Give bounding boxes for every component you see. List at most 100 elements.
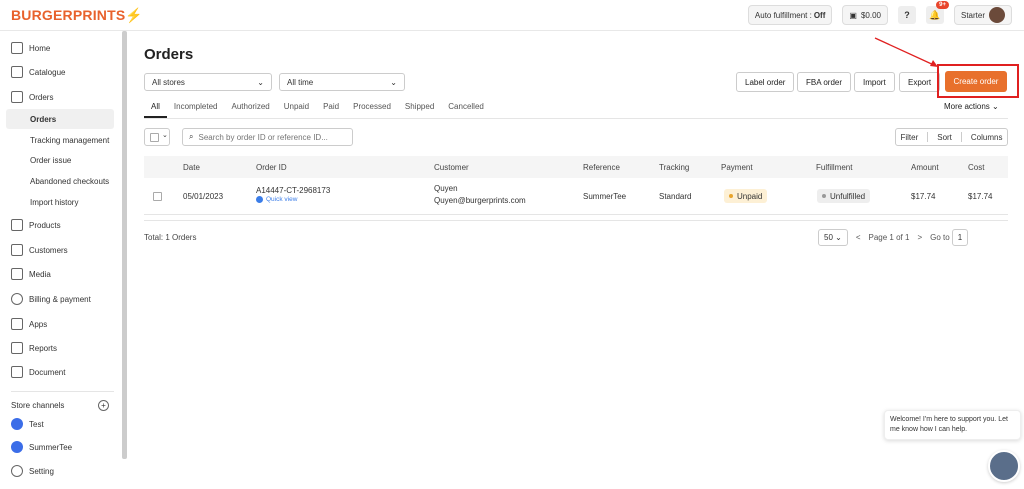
label-order-button[interactable]: Label order <box>736 72 795 92</box>
payment-status-badge: Unpaid <box>724 189 768 203</box>
sidebar-item-apps[interactable]: Apps <box>11 314 47 334</box>
wallet-icon: ▣ <box>849 10 857 20</box>
help-button[interactable]: ? <box>897 6 916 24</box>
import-button[interactable]: Import <box>854 72 895 92</box>
tab-shipped[interactable]: Shipped <box>398 100 441 118</box>
pagination: 50 ⌄ < Page 1 of 1 > Go to 1 <box>818 228 969 246</box>
tab-incompleted[interactable]: Incompleted <box>167 100 225 118</box>
page-info: Page 1 of 1 <box>868 232 910 242</box>
bulk-select-checkbox[interactable]: ⌄ <box>144 128 170 146</box>
filter-button[interactable]: Filter <box>900 133 918 142</box>
table-footer-divider <box>144 220 1008 221</box>
sidebar-item-setting[interactable]: Setting <box>11 461 54 481</box>
sidebar-subitem-orders[interactable]: Orders <box>30 110 56 128</box>
column-header: Order ID <box>256 163 287 172</box>
sidebar-subitem-import-history[interactable]: Import history <box>30 193 78 211</box>
columns-button[interactable]: Columns <box>971 133 1003 142</box>
fulfillment-status-badge: Unfulfilled <box>817 189 871 203</box>
sidebar-item-media[interactable]: Media <box>11 264 51 284</box>
row-checkbox[interactable] <box>153 192 162 201</box>
sidebar-subitem-tracking[interactable]: Tracking management <box>30 131 109 149</box>
bolt-icon: ⚡ <box>125 7 144 23</box>
sidebar-item-customers[interactable]: Customers <box>11 240 68 260</box>
balance-button[interactable]: ▣ $0.00 <box>842 5 888 25</box>
order-id-link[interactable]: A14447-CT-2968173 <box>256 186 330 195</box>
notifications-button[interactable]: 🔔 9+ <box>925 1 949 24</box>
sidebar: Home Catalogue Orders Orders Tracking ma… <box>0 31 121 489</box>
sidebar-item-document[interactable]: Document <box>11 362 65 382</box>
tab-all[interactable]: All <box>144 100 167 118</box>
document-icon <box>11 366 23 378</box>
order-date: 05/01/2023 <box>183 192 224 201</box>
tab-authorized[interactable]: Authorized <box>224 100 276 118</box>
search-input[interactable] <box>198 132 339 142</box>
column-header: Fulfillment <box>816 163 853 172</box>
apps-icon <box>11 318 23 330</box>
sort-button[interactable]: Sort <box>937 133 952 142</box>
gear-icon <box>11 465 23 477</box>
sidebar-item-products[interactable]: Products <box>11 215 61 235</box>
tracking: Standard <box>659 192 692 201</box>
page-size-select[interactable]: 50 ⌄ <box>818 228 848 246</box>
sidebar-item-reports[interactable]: Reports <box>11 338 57 358</box>
prev-page-icon[interactable]: < <box>856 233 861 242</box>
sidebar-item-orders[interactable]: Orders <box>11 87 53 107</box>
top-bar: BURGERPRINTS⚡ Auto fulfillment : Off ▣ $0.… <box>0 0 1024 31</box>
search-box[interactable]: ⌕ <box>182 128 353 146</box>
notification-badge: 9+ <box>936 1 949 9</box>
time-filter-select[interactable]: All time ⌄ <box>279 73 405 91</box>
tab-paid[interactable]: Paid <box>316 100 346 118</box>
column-header: Payment <box>721 163 753 172</box>
store-item-summertee[interactable]: SummerTee <box>11 437 72 457</box>
total-orders: Total: 1 Orders <box>144 233 197 242</box>
store-filter-select[interactable]: All stores ⌄ <box>144 73 272 91</box>
table-row[interactable]: 05/01/2023 A14447-CT-2968173 Quick view … <box>144 179 1008 215</box>
brand-logo[interactable]: BURGERPRINTS⚡ <box>11 7 143 24</box>
add-store-icon[interactable]: + <box>98 400 109 411</box>
reference: SummerTee <box>583 192 627 201</box>
page-title: Orders <box>144 46 194 63</box>
avatar <box>989 7 1005 23</box>
next-page-icon[interactable]: > <box>917 233 922 242</box>
account-menu[interactable]: Starter <box>953 5 1012 25</box>
tab-unpaid[interactable]: Unpaid <box>277 100 316 118</box>
tab-processed[interactable]: Processed <box>346 100 398 118</box>
search-icon: ⌕ <box>189 132 194 141</box>
filter-sort-columns-group: Filter Sort Columns <box>895 128 1008 146</box>
chevron-down-icon: ⌄ <box>992 102 999 111</box>
column-header: Cost <box>968 163 985 172</box>
status-tabs: All Incompleted Authorized Unpaid Paid P… <box>144 100 491 118</box>
annotation-highlight-box <box>937 64 1019 98</box>
orders-icon <box>11 91 23 103</box>
tab-cancelled[interactable]: Cancelled <box>441 100 491 118</box>
more-actions-button[interactable]: More actions ⌄ <box>944 102 999 111</box>
export-button[interactable]: Export <box>899 72 941 92</box>
sidebar-item-catalogue[interactable]: Catalogue <box>11 62 65 82</box>
cost: $17.74 <box>968 192 993 201</box>
eye-icon <box>256 196 263 203</box>
table-header: Date Order ID Customer Reference Trackin… <box>144 156 1008 178</box>
quick-view-link[interactable]: Quick view <box>256 196 297 203</box>
help-icon: ? <box>904 10 910 20</box>
sidebar-subitem-order-issue[interactable]: Order issue <box>30 151 71 169</box>
sidebar-subitem-abandoned[interactable]: Abandoned checkouts <box>30 172 109 190</box>
chevron-down-icon: ⌄ <box>162 132 168 139</box>
goto-page-input[interactable]: 1 <box>951 228 969 246</box>
sidebar-scrollbar[interactable] <box>122 31 127 459</box>
column-header: Tracking <box>659 163 690 172</box>
catalogue-icon <box>11 66 23 78</box>
chat-avatar[interactable] <box>988 450 1020 482</box>
products-icon <box>11 219 23 231</box>
fba-order-button[interactable]: FBA order <box>797 72 852 92</box>
chat-bubble[interactable]: Welcome! I'm here to support you. Let me… <box>884 410 1021 440</box>
sidebar-item-home[interactable]: Home <box>11 38 50 58</box>
store-item-test[interactable]: Test <box>11 414 44 434</box>
store-bolt-icon <box>11 441 23 453</box>
chevron-down-icon: ⌄ <box>257 77 264 87</box>
sidebar-item-billing[interactable]: Billing & payment <box>11 289 91 309</box>
amount: $17.74 <box>911 192 936 201</box>
customers-icon <box>11 244 23 256</box>
column-header: Date <box>183 163 200 172</box>
customer-email: Quyen@burgerprints.com <box>434 196 526 205</box>
auto-fulfillment-toggle[interactable]: Auto fulfillment : Off <box>747 5 833 25</box>
